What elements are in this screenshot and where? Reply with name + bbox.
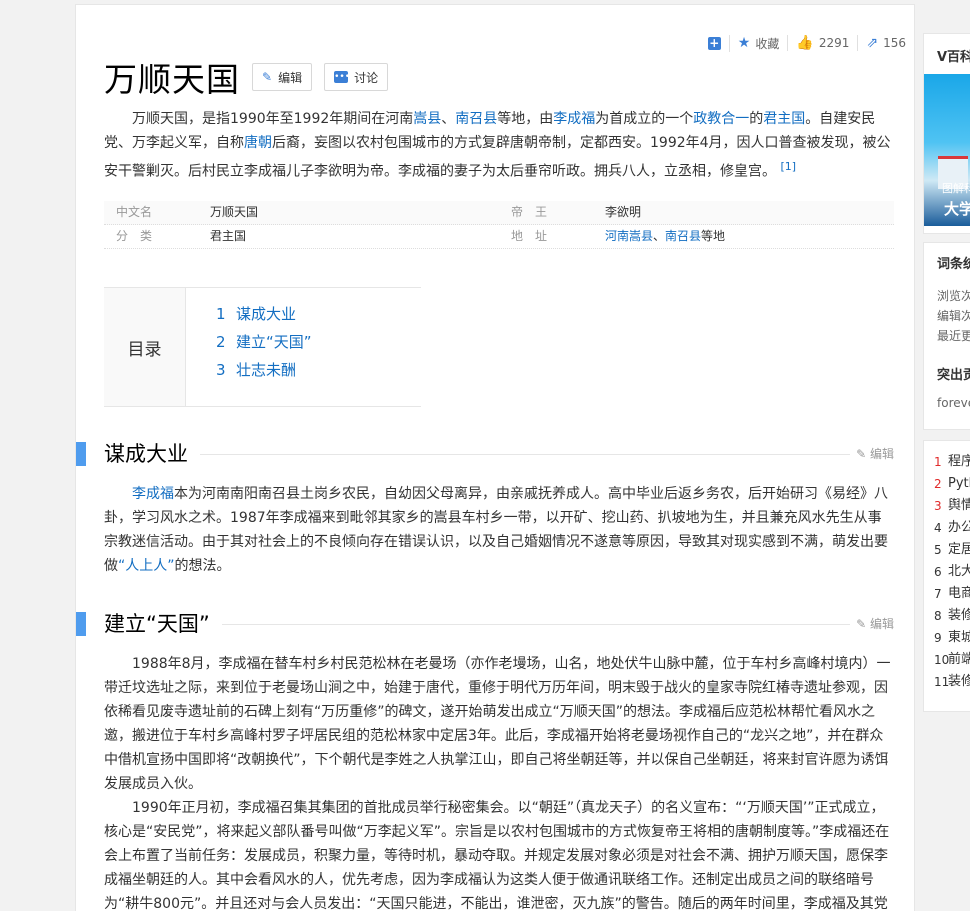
sidebar-title: V百科 xyxy=(937,50,970,65)
add-button[interactable]: + xyxy=(700,35,729,50)
link-songxian[interactable]: 嵩县 xyxy=(413,111,441,127)
title-row: 万顺天国 ✎ 编辑 ••• 讨论 xyxy=(104,53,389,101)
table-of-contents: 目录 1 谋成大业 2 建立“天国” 3 壮志未酬 xyxy=(104,287,421,407)
infobox-key: 地 址 xyxy=(511,229,548,243)
infobox-value: 李欲明 xyxy=(605,205,642,219)
reference-1[interactable]: [1] xyxy=(780,160,796,173)
section-edit-button[interactable]: ✎ 编辑 xyxy=(850,615,894,632)
link-lichengfu[interactable]: 李成福 xyxy=(553,111,595,127)
stats-bar: + ★ 收藏 👍 2291 ⇗ 156 xyxy=(700,33,914,53)
list-item[interactable]: 3 舆情 xyxy=(924,495,970,517)
list-item[interactable]: 7 电商 xyxy=(924,583,970,605)
section-marker xyxy=(76,442,86,466)
toc-label: 目录 xyxy=(104,288,186,406)
link-nanzhao-info[interactable]: 南召县 xyxy=(665,229,701,243)
section-title: 谋成大业 xyxy=(104,439,200,469)
stat-updated: 最近更 xyxy=(937,329,970,343)
link-tang[interactable]: 唐朝 xyxy=(244,135,272,151)
list-item[interactable]: 5 定居 xyxy=(924,539,970,561)
link-theocracy[interactable]: 政教合一 xyxy=(693,111,749,127)
list-item[interactable]: 9 東城 xyxy=(924,627,970,649)
link-monarchy-info[interactable]: 君主国 xyxy=(210,225,246,248)
list-item[interactable]: 2Pyth xyxy=(924,473,970,495)
share-button[interactable]: ⇗ 156 xyxy=(857,35,914,51)
infobox-row: 中文名 万顺天国 帝 王 李欲明 xyxy=(104,201,894,225)
section-header-1: 谋成大业 ✎ 编辑 xyxy=(76,439,914,469)
sidebar-subtitle: 突出贡 xyxy=(937,368,970,383)
infobox: 中文名 万顺天国 帝 王 李欲明 分 类 君主国 地 址 河南嵩县、南召县等地 xyxy=(104,201,894,249)
sidebar-stats-card: 词条统 浏览次 编辑次 最近更 突出贡 foreve xyxy=(923,242,970,430)
list-item[interactable]: 8 装修 xyxy=(924,605,970,627)
toc-item-1[interactable]: 1 谋成大业 xyxy=(216,300,312,328)
list-item[interactable]: 4 办公 xyxy=(924,517,970,539)
stat-edits: 编辑次 xyxy=(937,309,970,323)
infobox-value: 河南嵩县、南召县等地 xyxy=(605,229,726,243)
infobox-row: 分 类 君主国 地 址 河南嵩县、南召县等地 xyxy=(104,225,894,249)
pencil-icon: ✎ xyxy=(262,70,273,84)
sidebar-ranking-list: 1程序 2Pyth 3舆情 4办公 5定居 6北大 7电商 8装修 9東城 10… xyxy=(923,440,970,712)
star-icon: ★ xyxy=(737,35,751,51)
section-1-paragraph: 李成福本为河南南阳南召县土岗乡农民，自幼因父母离异，由亲戚抚养成人。高中毕业后返… xyxy=(104,486,888,574)
link-songxian-info[interactable]: 河南嵩县 xyxy=(605,229,653,243)
contributor-link[interactable]: foreve xyxy=(924,393,970,413)
share-icon: ⇗ xyxy=(866,35,879,51)
plus-icon: + xyxy=(707,35,721,50)
sidebar-title: 词条统 xyxy=(937,257,970,272)
stat-views: 浏览次 xyxy=(937,289,970,303)
pencil-icon: ✎ xyxy=(856,447,867,461)
divider xyxy=(104,454,894,455)
section-marker xyxy=(76,612,86,636)
article-card: + ★ 收藏 👍 2291 ⇗ 156 万顺天国 ✎ 编辑 ••• 讨论 万顺天国，是指1… xyxy=(75,4,915,911)
list-item[interactable]: 6 北大 xyxy=(924,561,970,583)
summary-paragraph: 万顺天国，是指1990年至1992年期间在河南嵩县、南召县等地，由李成福为首成立… xyxy=(104,111,891,180)
link-renshangren[interactable]: “人上人” xyxy=(118,558,175,574)
promo-image[interactable]: 图解科 大学 xyxy=(924,74,970,226)
link-nanzhao[interactable]: 南召县 xyxy=(455,111,497,127)
page-title: 万顺天国 xyxy=(104,60,240,99)
pencil-icon: ✎ xyxy=(856,617,867,631)
like-button[interactable]: 👍 2291 xyxy=(787,35,857,51)
divider xyxy=(104,624,894,625)
discuss-button[interactable]: ••• 讨论 xyxy=(324,63,389,91)
section-edit-button[interactable]: ✎ 编辑 xyxy=(850,445,894,462)
section-2-paragraph-1: 1988年8月，李成福在替车村乡村民范松林在老曼场（亦作老墁场，山名，地处伏牛山… xyxy=(104,656,891,792)
toc-item-3[interactable]: 3 壮志未酬 xyxy=(216,356,312,384)
infobox-value: 万顺天国 xyxy=(210,205,259,219)
section-2-paragraph-2: 1990年正月初，李成福召集其集团的首批成员举行秘密集会。以“朝廷”（真龙天子）… xyxy=(104,800,890,911)
collect-button[interactable]: ★ 收藏 xyxy=(728,34,788,52)
thumbs-up-icon: 👍 xyxy=(796,35,814,51)
toc-item-2[interactable]: 2 建立“天国” xyxy=(216,328,312,356)
sidebar-vbaike-card: V百科 图解科 大学 xyxy=(923,33,970,234)
list-item[interactable]: 11 装修 xyxy=(924,671,970,693)
section-header-2: 建立“天国” ✎ 编辑 xyxy=(76,609,914,639)
edit-button[interactable]: ✎ 编辑 xyxy=(252,63,313,91)
link-lichengfu-2[interactable]: 李成福 xyxy=(132,486,174,502)
section-title: 建立“天国” xyxy=(104,609,222,639)
infobox-key: 中文名 xyxy=(116,205,153,219)
infobox-key: 帝 王 xyxy=(511,205,548,219)
toc-list: 1 谋成大业 2 建立“天国” 3 壮志未酬 xyxy=(186,288,312,406)
list-item[interactable]: 10 前端 xyxy=(924,649,970,671)
link-monarchy[interactable]: 君主国 xyxy=(763,111,805,127)
chat-icon: ••• xyxy=(334,71,351,83)
list-item[interactable]: 1 程序 xyxy=(924,451,970,473)
infobox-key: 分 类 xyxy=(116,229,153,243)
